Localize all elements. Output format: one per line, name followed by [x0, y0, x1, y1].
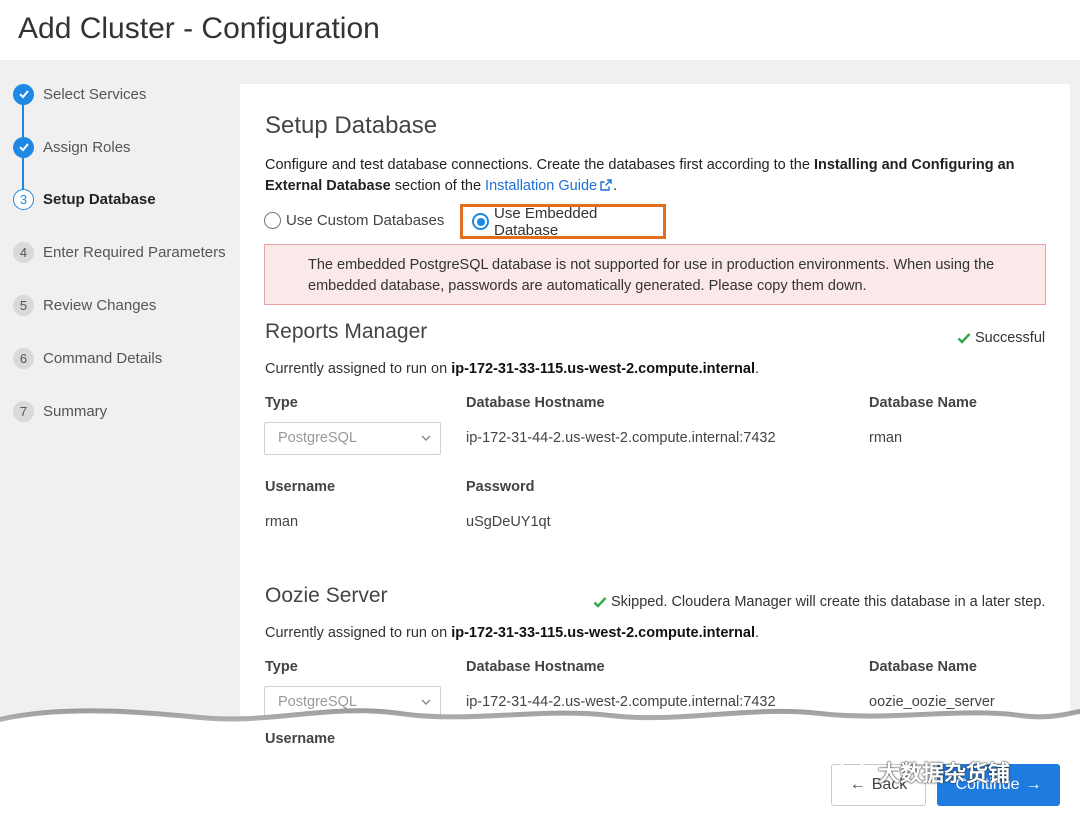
assigned-host: ip-172-31-33-115.us-west-2.compute.inter… [451, 361, 755, 377]
database-hostname-label: Database Hostname [466, 659, 605, 675]
status-text: Successful [975, 330, 1046, 346]
step-label: Select Services [43, 85, 147, 103]
assigned-prefix: Currently assigned to run on [265, 361, 452, 377]
radio-circle[interactable] [264, 212, 281, 229]
continue-button[interactable]: Continue → [937, 764, 1060, 806]
reports-manager-dbname-value: rman [869, 430, 903, 446]
database-name-label: Database Name [869, 659, 977, 675]
step-label: Enter Required Parameters [43, 243, 226, 261]
use-custom-databases-radio[interactable]: Use Custom Databases [264, 212, 444, 229]
continue-label: Continue [955, 776, 1020, 793]
status-text: Skipped. Cloudera Manager will create th… [611, 594, 1046, 610]
step-review-changes[interactable]: 5 Review Changes [13, 294, 156, 316]
step-command-details[interactable]: 6 Command Details [13, 347, 162, 369]
setup-description: Configure and test database connections.… [265, 155, 1045, 197]
radio-circle-selected[interactable] [472, 213, 489, 230]
assigned-host: ip-172-31-33-115.us-west-2.compute.inter… [451, 625, 755, 641]
radio-label: Use Custom Databases [286, 212, 445, 229]
step-label: Review Changes [43, 296, 157, 314]
step-setup-database[interactable]: 3 Setup Database [13, 188, 156, 210]
reports-manager-status: Successful [957, 330, 1045, 346]
use-embedded-database-radio[interactable]: Use Embedded Database [460, 204, 666, 239]
assigned-suffix: . [755, 625, 760, 641]
reports-manager-hostname-value: ip-172-31-44-2.us-west-2.compute.interna… [466, 430, 776, 446]
step-number: 4 [13, 241, 34, 263]
chevron-down-icon [421, 435, 431, 441]
oozie-server-assigned-host: Currently assigned to run on ip-172-31-3… [265, 625, 759, 641]
step-enter-required-parameters[interactable]: 4 Enter Required Parameters [13, 241, 226, 263]
reports-manager-username-value: rman [265, 514, 299, 530]
check-icon [593, 597, 607, 608]
step-summary[interactable]: 7 Summary [13, 400, 107, 422]
external-link-icon [600, 179, 612, 191]
arrow-right-icon: → [1025, 776, 1042, 793]
username-label: Username [265, 479, 336, 495]
check-icon [957, 333, 971, 344]
radio-label: Use Embedded Database [494, 204, 598, 239]
database-name-label: Database Name [869, 395, 977, 411]
type-label: Type [265, 395, 298, 411]
password-label: Password [466, 479, 535, 495]
step-label: Summary [43, 402, 108, 420]
installation-guide-link[interactable]: Installation Guide [485, 178, 597, 194]
database-hostname-label: Database Hostname [466, 395, 605, 411]
back-button[interactable]: ← Back [831, 764, 926, 806]
page-title: Add Cluster - Configuration [18, 12, 380, 45]
type-label: Type [265, 659, 298, 675]
step-label: Command Details [43, 349, 163, 367]
reports-manager-type-select[interactable]: PostgreSQL [264, 422, 441, 455]
description-text: . [613, 178, 618, 194]
back-label: Back [871, 776, 908, 793]
description-text: Configure and test database connections.… [265, 157, 814, 173]
step-assign-roles[interactable]: Assign Roles [13, 136, 131, 158]
embedded-db-warning-alert: The embedded PostgreSQL database is not … [264, 244, 1046, 305]
step-label: Setup Database [43, 190, 156, 208]
reports-manager-assigned-host: Currently assigned to run on ip-172-31-3… [265, 361, 759, 377]
step-number: 5 [13, 294, 34, 316]
username-label: Username [265, 731, 336, 747]
select-value: PostgreSQL [278, 430, 357, 446]
assigned-prefix: Currently assigned to run on [265, 625, 452, 641]
arrow-left-icon: ← [849, 776, 866, 793]
step-number: 3 [13, 188, 34, 210]
oozie-server-heading: Oozie Server [265, 584, 388, 607]
section-heading-setup-database: Setup Database [265, 112, 438, 139]
check-icon [13, 136, 34, 158]
assigned-suffix: . [755, 361, 760, 377]
reports-manager-password-value: uSgDeUY1qt [466, 514, 551, 530]
check-icon [13, 83, 34, 105]
step-number: 6 [13, 347, 34, 369]
step-number: 7 [13, 400, 34, 422]
oozie-server-status: Skipped. Cloudera Manager will create th… [593, 594, 1045, 610]
step-label: Assign Roles [43, 138, 131, 156]
step-select-services[interactable]: Select Services [13, 83, 146, 105]
reports-manager-heading: Reports Manager [265, 320, 428, 343]
description-text: section of the [390, 178, 486, 194]
